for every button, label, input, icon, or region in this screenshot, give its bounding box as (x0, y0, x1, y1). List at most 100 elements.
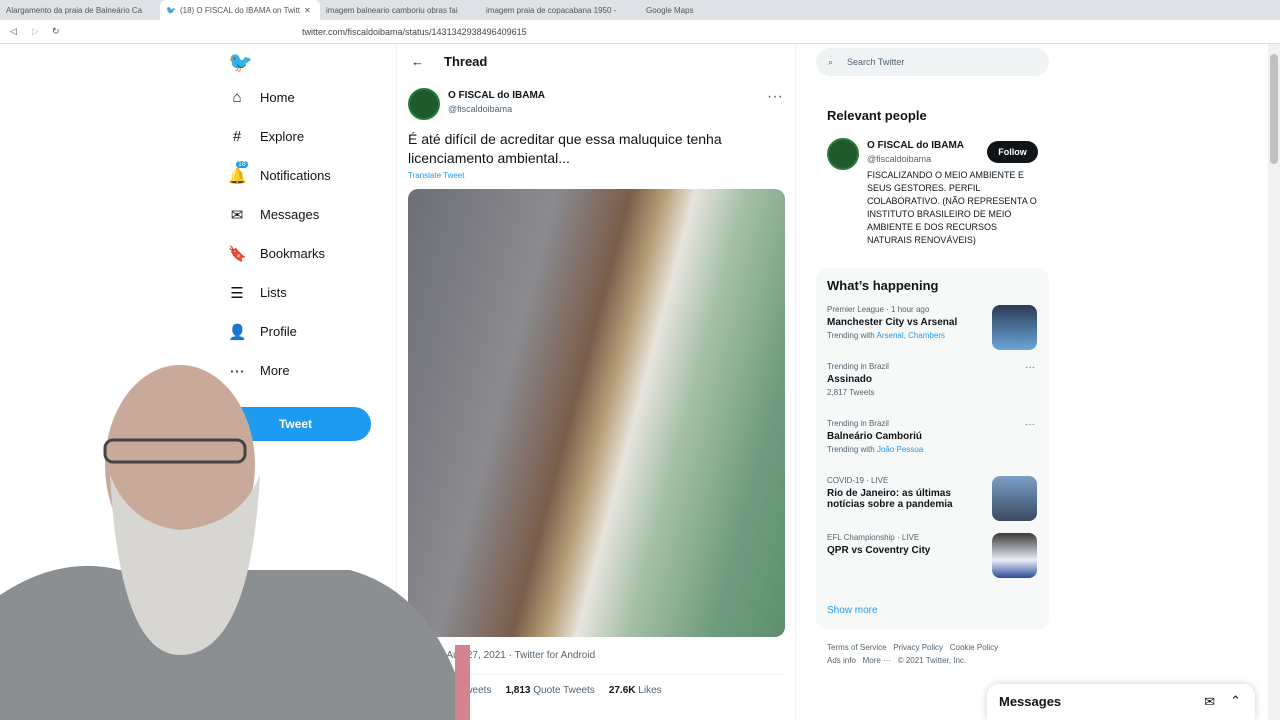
trend-thumbnail (992, 305, 1037, 350)
nav-profile[interactable]: 👤 Profile (228, 312, 331, 351)
bookmark-icon: 🔖 (228, 245, 247, 263)
tab-label: Alargamento da praia de Balneário Ca (6, 5, 143, 15)
chevron-up-icon[interactable]: ⌃ (1230, 693, 1241, 709)
footer-link[interactable]: Terms of Service (827, 643, 887, 652)
tab-label: (18) O FISCAL do IBAMA on Twitt (179, 5, 301, 15)
nav-lists[interactable]: ☰ Lists (228, 273, 331, 312)
tab-label: Google Maps (646, 5, 694, 15)
nav-label: Notifications (260, 168, 331, 183)
likes-count: 27.6K (608, 685, 636, 696)
reload-icon[interactable]: ↻ (52, 26, 60, 37)
trend-thumbnail (992, 476, 1037, 521)
trend-meta: Trending in Brazil (827, 362, 889, 371)
quote-count: 1,813 (505, 685, 531, 696)
nav-label: Messages (260, 207, 320, 222)
show-more-link[interactable]: Show more (827, 605, 878, 616)
tab-label: imagem balneario camboriu obras fai (326, 5, 458, 15)
home-icon: ⌂ (232, 89, 242, 106)
browser-tab[interactable]: Alargamento da praia de Balneário Ca (0, 0, 160, 20)
trend-item[interactable]: EFL Championship · LIVE QPR vs Coventry C… (816, 533, 1049, 590)
author-name[interactable]: O FISCAL do IBAMA (448, 90, 545, 101)
nav-label: Explore (260, 129, 305, 144)
footer-link[interactable]: More ··· (863, 656, 891, 665)
mail-icon: ✉ (230, 206, 244, 224)
nav-label: Bookmarks (260, 246, 326, 261)
tweet-stats: etweets 1,813 Quote Tweets 27.6K Likes (457, 685, 662, 696)
webcam-overlay (0, 365, 470, 720)
forward-icon[interactable]: ▷ (32, 26, 39, 37)
likes-label: Likes (638, 685, 662, 696)
search-icon: ⌕ (828, 56, 834, 67)
trend-title: Rio de Janeiro: as últimas notícias sobr… (827, 488, 953, 510)
trend-title: Balneário Camboriú (827, 431, 923, 442)
browser-tab-active[interactable]: 🐦 (18) O FISCAL do IBAMA on Twitt ✕ (160, 0, 320, 20)
trend-item[interactable]: Trending in Brazil Balneário Camboriú Tren… (816, 419, 1049, 476)
footer-links: Terms of Service Privacy Policy Cookie P… (827, 641, 1037, 667)
section-title: Relevant people (827, 108, 927, 123)
trend-meta: Trending in Brazil (827, 419, 889, 428)
likes-stat[interactable]: 27.6K Likes (609, 685, 662, 696)
bell-icon: 🔔 18 (228, 160, 248, 185)
more-options-icon[interactable]: ··· (1025, 362, 1035, 373)
trend-item[interactable]: Premier League · 1 hour ago Manchester Ci… (816, 305, 1049, 362)
person-name[interactable]: O FISCAL do IBAMA (867, 140, 964, 151)
footer-link[interactable]: Privacy Policy (893, 643, 943, 652)
footer-link[interactable]: Ads info (827, 656, 856, 665)
messages-drawer[interactable]: Messages ✉ ⌃ (987, 684, 1255, 720)
back-arrow-icon[interactable]: ← (411, 54, 424, 69)
notification-badge: 18 (236, 160, 248, 168)
scrollbar-thumb[interactable] (1270, 54, 1278, 164)
trend-links[interactable]: Arsenal, Chambers (877, 331, 945, 340)
footer-link[interactable]: Cookie Policy (950, 643, 998, 652)
quote-label: Quote Tweets (533, 685, 595, 696)
follow-button[interactable]: Follow (987, 141, 1038, 163)
list-icon: ☰ (230, 284, 244, 302)
url-field[interactable]: twitter.com/fiscaldoibama/status/1431342… (302, 27, 527, 37)
more-options-icon[interactable]: ··· (1025, 419, 1035, 430)
hash-icon: # (232, 128, 242, 145)
nav-label: Home (260, 90, 295, 105)
trend-item[interactable]: COVID-19 · LIVE Rio de Janeiro: as última… (816, 476, 1049, 533)
back-icon[interactable]: ◁ (10, 26, 17, 37)
quotes-stat[interactable]: 1,813 Quote Tweets (505, 685, 594, 696)
trend-sub: 2,817 Tweets (827, 388, 875, 397)
trend-sub: Trending with (827, 331, 877, 340)
avatar[interactable] (827, 138, 859, 170)
twitter-icon: 🐦 (166, 5, 176, 15)
new-message-icon[interactable]: ✉ (1204, 694, 1215, 710)
search-input[interactable]: ⌕ Search Twitter (816, 48, 1049, 76)
whats-happening: What’s happening Premier League · 1 hour… (816, 268, 1049, 630)
browser-tab[interactable]: imagem balneario camboriu obras fai (320, 0, 480, 20)
trend-title: Assinado (827, 374, 873, 385)
close-icon[interactable]: ✕ (304, 6, 311, 15)
person-handle: @fiscaldoibama (867, 154, 932, 164)
author-handle[interactable]: @fiscaldoibama (448, 104, 512, 114)
browser-tab[interactable]: imagem praia de copacabana 1950 - (480, 0, 640, 20)
nav-bookmarks[interactable]: 🔖 Bookmarks (228, 234, 331, 273)
nav-explore[interactable]: # Explore (228, 117, 331, 156)
search-placeholder: Search Twitter (847, 57, 905, 67)
tweet-text: É até difícil de acreditar que essa malu… (408, 131, 722, 166)
browser-tab[interactable]: Google Maps (640, 0, 800, 20)
nav-messages[interactable]: ✉ Messages (228, 195, 331, 234)
copyright: © 2021 Twitter, Inc. (897, 656, 967, 665)
address-bar: ◁ ▷ ↻ twitter.com/fiscaldoibama/status/1… (0, 20, 1280, 44)
tab-bar: Alargamento da praia de Balneário Ca 🐦 (1… (0, 0, 1280, 20)
trend-thumbnail (992, 533, 1037, 578)
nav-notifications[interactable]: 🔔 18 Notifications (228, 156, 331, 195)
translate-link[interactable]: Translate Tweet (408, 171, 464, 180)
avatar[interactable] (408, 88, 440, 120)
person-icon: 👤 (228, 323, 247, 341)
nav-label: Profile (260, 324, 297, 339)
guitar-edge (455, 645, 470, 720)
twitter-logo-icon[interactable]: 🐦 (228, 50, 331, 78)
trend-sub: Trending with (827, 445, 877, 454)
messages-title: Messages (999, 694, 1062, 709)
person-bio: FISCALIZANDO O MEIO AMBIENTE E SEUS GEST… (867, 170, 1037, 245)
trend-links[interactable]: João Pessoa (877, 445, 923, 454)
more-options-icon[interactable]: ··· (767, 88, 783, 106)
trend-item[interactable]: Trending in Brazil Assinado 2,817 Tweets ··… (816, 362, 1049, 419)
nav-home[interactable]: ⌂ Home (228, 78, 331, 117)
scrollbar[interactable] (1268, 44, 1280, 720)
nav-label: Lists (260, 285, 287, 300)
